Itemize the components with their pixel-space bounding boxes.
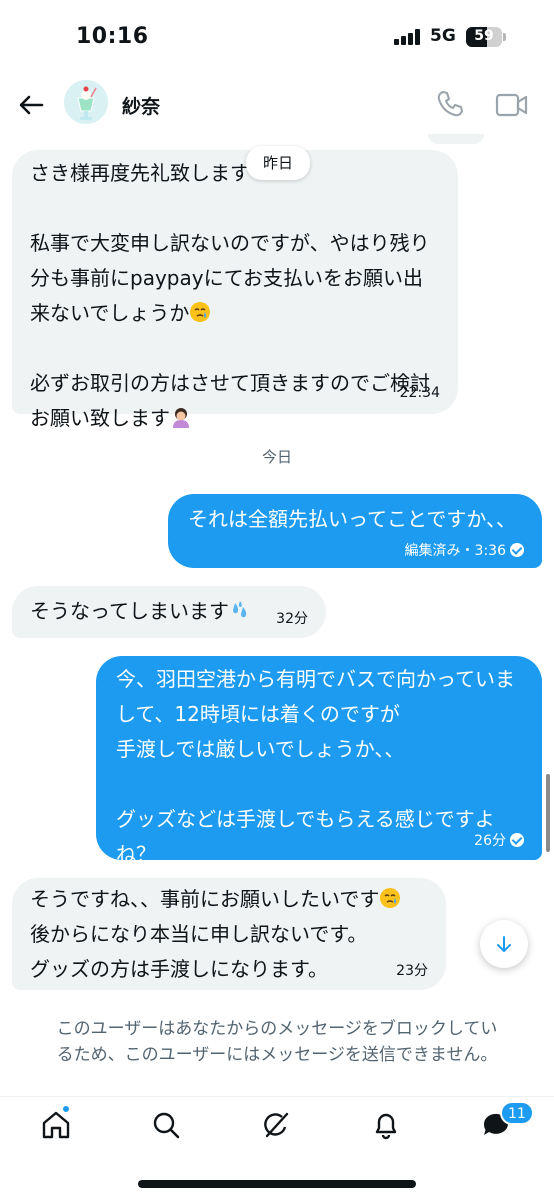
status-bar: 10:16 5G 59 — [0, 0, 554, 74]
message-bubble-incoming[interactable]: そうですね、、事前にお願いしたいです 後からになり本当に申し訳ないです。 グッズ… — [12, 878, 446, 990]
message-text-part: そうなってしまいます — [30, 599, 229, 623]
crying-face-emoji-icon — [190, 302, 211, 322]
read-check-icon — [510, 543, 524, 557]
message-text: さき様再度先礼致します — [30, 161, 250, 185]
battery-level: 59 — [474, 28, 494, 44]
crying-face-emoji-icon — [380, 888, 401, 908]
grok-icon[interactable] — [258, 1107, 294, 1143]
message-text: 今、羽田空港から有明でバスで向かっていま して、12時頃には着くのですが 手渡し… — [116, 667, 515, 761]
network-type: 5G — [430, 26, 456, 46]
message-status: 編集済み・3:36 — [405, 542, 524, 560]
cellular-signal-icon — [394, 29, 424, 45]
message-text-part: 私事で大変申し訳ないのですが、やはり残り 分も事前にpaypayにてお支払いをお… — [30, 231, 430, 325]
notifications-bell-icon[interactable] — [368, 1107, 404, 1143]
message-bubble-outgoing[interactable]: それは全額先払いってことですか、、 編集済み・3:36 — [168, 494, 542, 568]
message-bubble-incoming[interactable]: そうなってしまいます 32分 — [12, 586, 326, 638]
sweat-droplets-emoji-icon — [233, 601, 247, 618]
battery-cap — [503, 33, 506, 41]
battery-icon: 59 — [466, 27, 502, 47]
message-time: 32分 — [276, 611, 308, 627]
message-time: 23分 — [396, 963, 428, 979]
read-check-icon — [510, 833, 524, 847]
back-arrow-icon[interactable] — [14, 88, 48, 122]
blocked-notice: このユーザーはあなたからのメッセージをブロックしてい るため、このユーザーにはメ… — [20, 1016, 534, 1068]
status-time: 10:16 — [76, 24, 149, 49]
home-indicator — [138, 1180, 416, 1188]
message-bubble-incoming[interactable]: さき様再度先礼致します 私事で大変申し訳ないのですが、やはり残り 分も事前にpa… — [12, 150, 458, 430]
message-text: それは全額先払いってことですか、、 — [188, 507, 516, 531]
date-separator: 今日 — [261, 448, 292, 466]
home-notification-dot — [62, 1105, 70, 1113]
messages-badge: 11 — [500, 1101, 534, 1125]
message-text: 私事で大変申し訳ないのですが、やはり残り 分も事前にpaypayにてお支払いをお… — [30, 226, 440, 331]
phone-icon[interactable] — [434, 88, 466, 120]
search-icon[interactable] — [148, 1107, 184, 1143]
home-icon[interactable] — [38, 1107, 74, 1143]
message-bubble-outgoing[interactable]: 今、羽田空港から有明でバスで向かっていま して、12時頃には着くのですが 手渡し… — [96, 656, 542, 866]
message-text: 後からになり本当に申し訳ないです。 グッズの方は手渡しになります。 — [30, 922, 368, 981]
message-text-part: 必ずお取引の方はさせて頂きますのでご検討 お願い致します — [30, 371, 430, 430]
person-bowing-emoji-icon — [173, 408, 189, 428]
blocked-notice-text: このユーザーはあなたからのメッセージをブロックしてい るため、このユーザーにはメ… — [56, 1019, 498, 1065]
message-time: 22:34 — [399, 385, 440, 401]
conversation-header: 紗奈 — [0, 74, 554, 134]
video-camera-icon[interactable] — [494, 90, 530, 120]
message-text: そうなってしまいます — [30, 594, 308, 629]
avatar[interactable] — [64, 80, 108, 124]
message-status: 26分 — [474, 832, 524, 850]
message-time: 26分 — [474, 833, 506, 849]
message-text: グッズなどは手渡しでもらえる感じですよ ね？ — [116, 807, 495, 866]
scroll-to-bottom-button[interactable] — [480, 920, 528, 968]
previous-message-edge — [428, 134, 484, 144]
edited-status: 編集済み・3:36 — [404, 543, 506, 559]
date-separator-pill: 昨日 — [246, 146, 310, 180]
message-text: 必ずお取引の方はさせて頂きますのでご検討 お願い致します — [30, 366, 440, 436]
scrollbar[interactable] — [546, 774, 550, 852]
message-text: そうですね、、事前にお願いしたいです — [30, 882, 428, 917]
bottom-navigation: 11 — [0, 1097, 554, 1159]
contact-name[interactable]: 紗奈 — [122, 92, 160, 119]
message-list[interactable]: さき様再度先礼致します 私事で大変申し訳ないのですが、やはり残り 分も事前にpa… — [0, 134, 554, 1000]
arrow-down-icon — [497, 936, 511, 952]
message-text-part: そうですね、、事前にお願いしたいです — [30, 887, 380, 911]
